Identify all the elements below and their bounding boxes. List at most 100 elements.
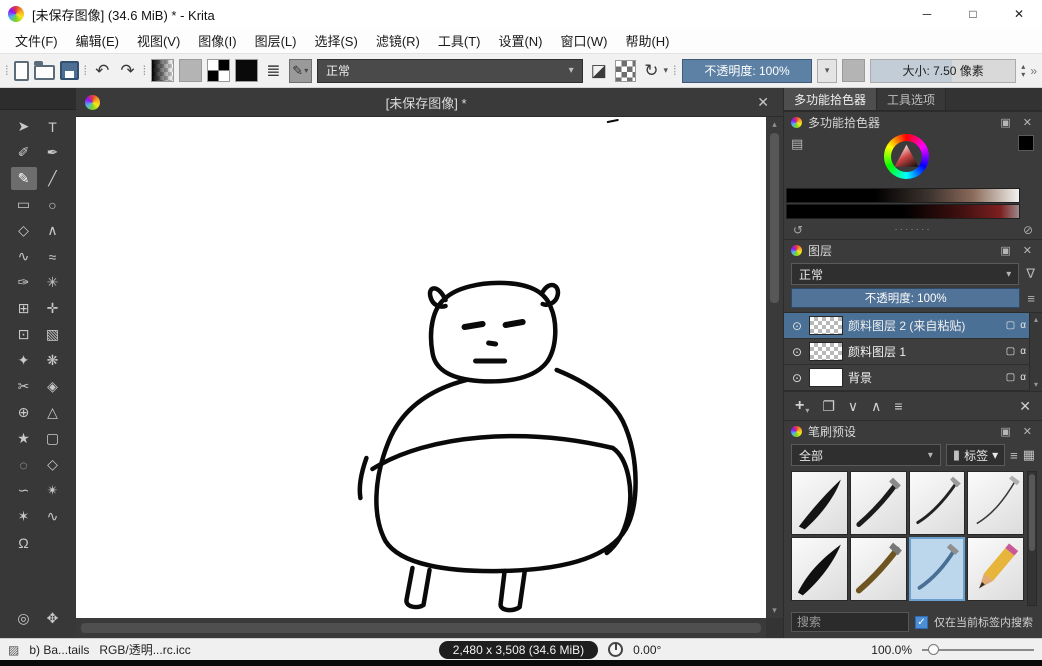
vertical-scrollbar[interactable]: ▴ ▾ — [766, 117, 783, 618]
brush-tag-filter-select[interactable]: 全部 ▾ — [791, 444, 941, 466]
document-tab-title[interactable]: [未保存图像] * — [100, 93, 752, 112]
vertical-scroll-thumb[interactable] — [770, 133, 779, 303]
layer-list-scrollbar[interactable]: ▴ ▾ — [1029, 313, 1042, 391]
menu-filter[interactable]: 滤镜(R) — [367, 31, 429, 50]
tag-button[interactable]: ▮ 标签 ▾ — [946, 444, 1005, 466]
document-tab-close-icon[interactable]: ✕ — [752, 94, 774, 111]
brush-preset-selected[interactable] — [909, 537, 966, 601]
maximize-button[interactable]: □ — [950, 0, 996, 28]
menu-layer[interactable]: 图层(L) — [246, 31, 306, 50]
resize-handle-dots[interactable]: ······· — [803, 224, 1023, 235]
brush-grid-scroll-thumb[interactable] — [1029, 474, 1035, 551]
menu-view[interactable]: 视图(V) — [128, 31, 189, 50]
reset-icon[interactable]: ↺ — [793, 223, 803, 237]
brush-preset[interactable] — [791, 471, 848, 535]
current-color-swatch[interactable] — [235, 59, 258, 82]
tool-multibrush[interactable]: ✳ — [40, 271, 66, 294]
menu-tools[interactable]: 工具(T) — [429, 31, 490, 50]
tool-similar-select[interactable]: ✴ — [40, 479, 66, 502]
tool-magnetic-select[interactable]: Ω — [11, 531, 37, 554]
tool-calligraphy[interactable]: ✒ — [40, 141, 66, 164]
save-icon[interactable] — [60, 61, 79, 80]
tool-dynamic-brush[interactable]: ✑ — [11, 271, 37, 294]
brush-preview-chip[interactable] — [842, 59, 865, 82]
tool-ellipse[interactable]: ○ — [40, 193, 66, 216]
blocked-icon[interactable]: ⊘ — [1023, 223, 1033, 237]
float-docker-icon[interactable]: ▣ — [997, 425, 1013, 438]
tool-contiguous-select[interactable]: ✶ — [11, 505, 37, 528]
opacity-slider[interactable]: 不透明度: 100% — [682, 59, 813, 83]
delete-layer-button[interactable]: ✕ — [1019, 398, 1031, 415]
horizontal-scrollbar[interactable] — [76, 618, 766, 638]
saturation-value-triangle[interactable] — [893, 143, 920, 170]
value-gradient-strip[interactable] — [786, 188, 1020, 203]
brush-grid-scrollbar[interactable] — [1027, 471, 1037, 606]
menu-settings[interactable]: 设置(N) — [489, 31, 551, 50]
preserve-alpha-icon[interactable] — [615, 60, 637, 82]
menu-edit[interactable]: 编辑(E) — [67, 31, 128, 50]
tool-fill[interactable]: ◈ — [40, 375, 66, 398]
selection-status-icon[interactable]: ▨ — [8, 643, 19, 657]
tool-assistants[interactable]: ⊕ — [11, 401, 37, 424]
menu-file[interactable]: 文件(F) — [6, 31, 67, 50]
alpha-icon[interactable]: α — [1020, 372, 1026, 383]
layer-row-background[interactable]: ⊙ 背景 ▢ α — [784, 365, 1042, 391]
lock-icon[interactable]: ▢ — [1006, 372, 1015, 383]
close-docker-icon[interactable]: ✕ — [1020, 244, 1035, 257]
brush-editor-button[interactable]: ✎ ▾ — [289, 59, 312, 83]
float-docker-icon[interactable]: ▣ — [997, 116, 1013, 129]
opacity-dropdown-button[interactable]: ▾ — [817, 59, 837, 83]
tool-poly-select[interactable]: ◇ — [40, 453, 66, 476]
reload-preset-button[interactable]: ↻ ▾ — [641, 61, 668, 81]
float-docker-icon[interactable]: ▣ — [997, 244, 1013, 257]
tool-transform[interactable]: ⊞ — [11, 297, 37, 320]
spin-down-icon[interactable]: ▾ — [1021, 71, 1025, 79]
canvas-rotation-knob[interactable] — [608, 642, 623, 657]
tool-rect-select[interactable]: ▢ — [40, 427, 66, 450]
close-docker-icon[interactable]: ✕ — [1020, 116, 1035, 129]
zoom-slider[interactable] — [922, 643, 1034, 657]
eraser-mode-icon[interactable]: ◪ — [588, 61, 610, 81]
layer-opacity-slider[interactable]: 不透明度: 100% — [791, 288, 1020, 308]
tool-freehand-select[interactable]: ∽ — [11, 479, 37, 502]
layer-blend-mode-select[interactable]: 正常 ▾ — [791, 263, 1019, 285]
pattern-chooser[interactable] — [179, 59, 202, 82]
docker-tab-tool-options[interactable]: 工具选项 — [877, 88, 946, 110]
wrap-mode-icon[interactable]: ≣ — [263, 61, 283, 81]
visibility-eye-icon[interactable]: ⊙ — [790, 319, 804, 333]
duplicate-layer-button[interactable]: ❐ — [822, 398, 835, 415]
tool-gradient[interactable]: ▧ — [40, 323, 66, 346]
alpha-icon[interactable]: α — [1020, 320, 1026, 331]
shade-gradient-strip[interactable] — [786, 204, 1020, 219]
open-document-icon[interactable] — [34, 65, 55, 80]
undo-icon[interactable]: ↶ — [92, 61, 112, 81]
brush-preset[interactable] — [909, 471, 966, 535]
visibility-eye-icon[interactable]: ⊙ — [790, 371, 804, 385]
close-button[interactable]: ✕ — [996, 0, 1042, 28]
tool-polyline[interactable]: ∧ — [40, 219, 66, 242]
menu-image[interactable]: 图像(I) — [189, 31, 245, 50]
fg-bg-color-widget[interactable] — [207, 59, 230, 82]
brush-preset-pencil[interactable] — [967, 537, 1024, 601]
hue-ring[interactable] — [884, 134, 929, 179]
layer-row-paint-layer-1[interactable]: ⊙ 颜料图层 1 ▢ α — [784, 339, 1042, 365]
tool-edit-shapes[interactable]: ✐ — [11, 141, 37, 164]
zoom-slider-handle[interactable] — [928, 644, 939, 655]
layer-options-menu-icon[interactable]: ≡ — [1027, 291, 1035, 306]
brush-size-slider[interactable]: 大小: 7.50 像素 — [870, 59, 1016, 83]
tool-crop[interactable]: ⊡ — [11, 323, 37, 346]
scroll-down-icon[interactable]: ▾ — [1034, 380, 1038, 389]
tool-reference-images[interactable]: ★ — [11, 427, 37, 450]
visibility-eye-icon[interactable]: ⊙ — [790, 345, 804, 359]
presets-view-grid-icon[interactable]: ▦ — [1023, 447, 1035, 463]
tool-move[interactable]: ✛ — [40, 297, 66, 320]
tool-bezier-select[interactable]: ∿ — [40, 505, 66, 528]
tool-text[interactable]: T — [40, 115, 66, 138]
tool-pan[interactable]: ✥ — [40, 607, 66, 630]
layer-properties-button[interactable]: ≡ — [894, 398, 902, 414]
toolbar-grip[interactable]: ⁞ — [84, 63, 88, 78]
brush-search-input[interactable] — [791, 612, 909, 632]
tool-measure[interactable]: △ — [40, 401, 66, 424]
lock-icon[interactable]: ▢ — [1006, 320, 1015, 331]
alpha-icon[interactable]: α — [1020, 346, 1026, 357]
